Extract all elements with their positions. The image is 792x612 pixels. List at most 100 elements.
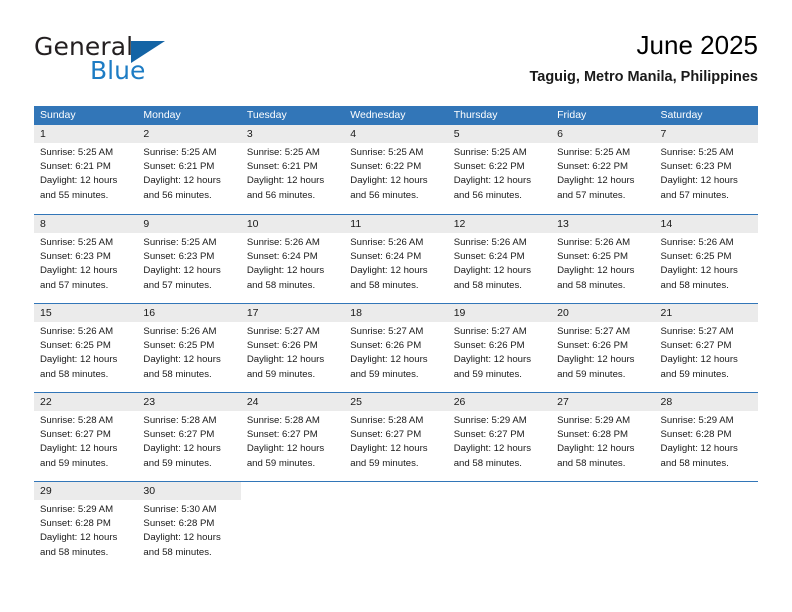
day-detail-line: and 58 minutes. [246, 279, 316, 291]
day-details: Sunrise: 5:25 AM Sunset: 6:22 PM Daylight:… [551, 143, 654, 203]
day-detail-line: Daylight: 12 hours [246, 354, 325, 366]
calendar-day-cell[interactable]: 9 Sunrise: 5:25 AM Sunset: 6:23 PM Daylight… [137, 215, 241, 303]
calendar-day-cell[interactable]: 22 Sunrise: 5:28 AM Sunset: 6:27 PM Dayligh… [34, 393, 138, 481]
day-detail-line: Sunrise: 5:25 AM [557, 147, 631, 158]
day-detail-line: and 59 minutes. [246, 368, 316, 380]
day-detail-line: Sunrise: 5:26 AM [246, 237, 320, 248]
calendar-day-cell[interactable]: 15 Sunrise: 5:26 AM Sunset: 6:25 PM Dayligh… [34, 304, 138, 392]
day-detail-line: and 59 minutes. [143, 457, 212, 469]
calendar-day-cell[interactable]: 8 Sunrise: 5:25 AM Sunset: 6:23 PM Daylight… [34, 215, 138, 303]
day-detail-line: Daylight: 12 hours [453, 175, 532, 187]
day-detail-line: Sunrise: 5:25 AM [40, 237, 114, 248]
calendar-day-cell[interactable]: 16 Sunrise: 5:26 AM Sunset: 6:25 PM Dayligh… [137, 304, 241, 392]
calendar-day-cell[interactable]: 3 Sunrise: 5:25 AM Sunset: 6:21 PM Daylight… [240, 125, 345, 214]
day-details: Sunrise: 5:25 AM Sunset: 6:23 PM Daylight:… [137, 233, 240, 293]
calendar-day-cell-empty [551, 482, 655, 573]
day-details: Sunrise: 5:26 AM Sunset: 6:25 PM Daylight:… [137, 322, 240, 382]
day-detail-line: Daylight: 12 hours [246, 443, 325, 455]
calendar-day-cell[interactable]: 26 Sunrise: 5:29 AM Sunset: 6:27 PM Dayligh… [447, 393, 552, 481]
calendar-day-cell[interactable]: 5 Sunrise: 5:25 AM Sunset: 6:22 PM Daylight… [447, 125, 552, 214]
day-details: Sunrise: 5:27 AM Sunset: 6:26 PM Daylight:… [551, 322, 654, 382]
day-detail-line: Sunset: 6:21 PM [246, 161, 318, 173]
day-detail-line: Daylight: 12 hours [453, 265, 532, 277]
calendar-day-cell[interactable]: 29 Sunrise: 5:29 AM Sunset: 6:28 PM Dayligh… [34, 482, 138, 573]
calendar-day-cell[interactable]: 19 Sunrise: 5:27 AM Sunset: 6:26 PM Dayligh… [447, 304, 552, 392]
day-detail-line: and 59 minutes. [40, 457, 109, 469]
day-detail-line: Sunrise: 5:26 AM [40, 326, 114, 337]
day-details: Sunrise: 5:25 AM Sunset: 6:23 PM Daylight:… [655, 143, 758, 203]
calendar-day-cell[interactable]: 1 Sunrise: 5:25 AM Sunset: 6:21 PM Daylight… [34, 125, 138, 214]
day-detail-line: and 58 minutes. [660, 279, 729, 291]
day-detail-line: Sunset: 6:27 PM [40, 429, 111, 441]
day-number: 28 [654, 393, 758, 411]
day-detail-line: Daylight: 12 hours [350, 354, 428, 366]
day-detail-line: Sunset: 6:21 PM [143, 161, 215, 173]
calendar-day-cell[interactable]: 20 Sunrise: 5:27 AM Sunset: 6:26 PM Dayligh… [551, 304, 655, 392]
day-detail-line: Daylight: 12 hours [143, 265, 221, 277]
day-detail-line: Sunrise: 5:27 AM [350, 326, 424, 337]
day-number: 17 [240, 304, 345, 322]
day-detail-line: Daylight: 12 hours [143, 175, 221, 187]
calendar-day-cell[interactable]: 27 Sunrise: 5:29 AM Sunset: 6:28 PM Dayligh… [551, 393, 655, 481]
calendar-day-cell[interactable]: 4 Sunrise: 5:25 AM Sunset: 6:22 PM Daylight… [344, 125, 448, 214]
day-detail-line: Sunrise: 5:28 AM [40, 415, 114, 426]
calendar-day-cell[interactable]: 6 Sunrise: 5:25 AM Sunset: 6:22 PM Daylight… [551, 125, 655, 214]
day-detail-line: Sunrise: 5:27 AM [557, 326, 631, 337]
day-details: Sunrise: 5:28 AM Sunset: 6:27 PM Daylight:… [34, 411, 137, 471]
calendar-day-cell[interactable]: 21 Sunrise: 5:27 AM Sunset: 6:27 PM Dayligh… [654, 304, 758, 392]
weekday-header-tuesday: Tuesday [246, 109, 287, 121]
day-detail-line: Sunset: 6:28 PM [660, 429, 732, 441]
calendar-day-cell[interactable]: 10 Sunrise: 5:26 AM Sunset: 6:24 PM Dayligh… [240, 215, 345, 303]
day-details [655, 500, 758, 503]
calendar-day-cell[interactable]: 25 Sunrise: 5:28 AM Sunset: 6:27 PM Dayligh… [344, 393, 448, 481]
calendar-day-cell[interactable]: 14 Sunrise: 5:26 AM Sunset: 6:25 PM Dayligh… [654, 215, 758, 303]
day-detail-line: Sunset: 6:24 PM [246, 251, 318, 263]
calendar-day-cell[interactable]: 13 Sunrise: 5:26 AM Sunset: 6:25 PM Dayligh… [551, 215, 655, 303]
day-details: Sunrise: 5:25 AM Sunset: 6:22 PM Daylight:… [448, 143, 551, 203]
day-detail-line: Sunset: 6:23 PM [660, 161, 732, 173]
day-detail-line: Daylight: 12 hours [40, 175, 118, 187]
day-detail-line: Sunrise: 5:25 AM [660, 147, 734, 158]
page-header: General Blue June 2025 Taguig, Metro Man… [34, 28, 758, 96]
day-detail-line: and 58 minutes. [453, 279, 522, 291]
day-details: Sunrise: 5:26 AM Sunset: 6:24 PM Daylight:… [344, 233, 447, 293]
day-number: 10 [240, 215, 345, 233]
day-details: Sunrise: 5:28 AM Sunset: 6:27 PM Daylight:… [137, 411, 240, 471]
calendar-day-cell[interactable]: 18 Sunrise: 5:27 AM Sunset: 6:26 PM Dayligh… [344, 304, 448, 392]
day-detail-line: and 56 minutes. [453, 189, 522, 201]
day-detail-line: Daylight: 12 hours [453, 443, 532, 455]
day-details: Sunrise: 5:28 AM Sunset: 6:27 PM Daylight:… [241, 411, 344, 471]
day-number: 3 [240, 125, 345, 143]
day-detail-line: Sunset: 6:25 PM [660, 251, 732, 263]
calendar-day-cell[interactable]: 23 Sunrise: 5:28 AM Sunset: 6:27 PM Dayligh… [137, 393, 241, 481]
day-detail-line: Daylight: 12 hours [557, 443, 635, 455]
calendar-day-cell[interactable]: 7 Sunrise: 5:25 AM Sunset: 6:23 PM Daylight… [654, 125, 758, 214]
day-detail-line: and 58 minutes. [143, 368, 212, 380]
day-detail-line: Daylight: 12 hours [143, 443, 221, 455]
day-details: Sunrise: 5:26 AM Sunset: 6:25 PM Daylight:… [655, 233, 758, 293]
calendar-day-cell-empty [654, 482, 758, 573]
calendar-day-cell[interactable]: 2 Sunrise: 5:25 AM Sunset: 6:21 PM Daylight… [137, 125, 241, 214]
day-number: 14 [654, 215, 758, 233]
day-detail-line: Daylight: 12 hours [350, 265, 428, 277]
day-detail-line: Sunset: 6:22 PM [350, 161, 422, 173]
day-number: 15 [34, 304, 138, 322]
day-details: Sunrise: 5:25 AM Sunset: 6:21 PM Daylight:… [137, 143, 240, 203]
day-detail-line: and 58 minutes. [453, 457, 522, 469]
day-number [654, 482, 758, 500]
day-detail-line: Sunrise: 5:25 AM [453, 147, 527, 158]
day-detail-line: and 57 minutes. [40, 279, 109, 291]
page-title: June 2025 [636, 30, 758, 60]
calendar-day-cell[interactable]: 24 Sunrise: 5:28 AM Sunset: 6:27 PM Dayligh… [240, 393, 345, 481]
day-number: 22 [34, 393, 138, 411]
calendar-day-cell[interactable]: 30 Sunrise: 5:30 AM Sunset: 6:28 PM Dayligh… [137, 482, 241, 573]
day-number: 19 [447, 304, 552, 322]
calendar-day-cell[interactable]: 17 Sunrise: 5:27 AM Sunset: 6:26 PM Dayligh… [240, 304, 345, 392]
calendar-day-cell[interactable]: 11 Sunrise: 5:26 AM Sunset: 6:24 PM Dayligh… [344, 215, 448, 303]
day-detail-line: Daylight: 12 hours [246, 175, 325, 187]
brand-logo[interactable]: General Blue [34, 32, 264, 88]
calendar-day-cell[interactable]: 28 Sunrise: 5:29 AM Sunset: 6:28 PM Dayligh… [654, 393, 758, 481]
calendar-day-cell[interactable]: 12 Sunrise: 5:26 AM Sunset: 6:24 PM Dayligh… [447, 215, 552, 303]
calendar-table: Sunday Monday Tuesday Wednesday Thursday Frid… [34, 106, 758, 573]
calendar-weeks: 1 Sunrise: 5:25 AM Sunset: 6:21 PM Daylight… [34, 125, 758, 573]
